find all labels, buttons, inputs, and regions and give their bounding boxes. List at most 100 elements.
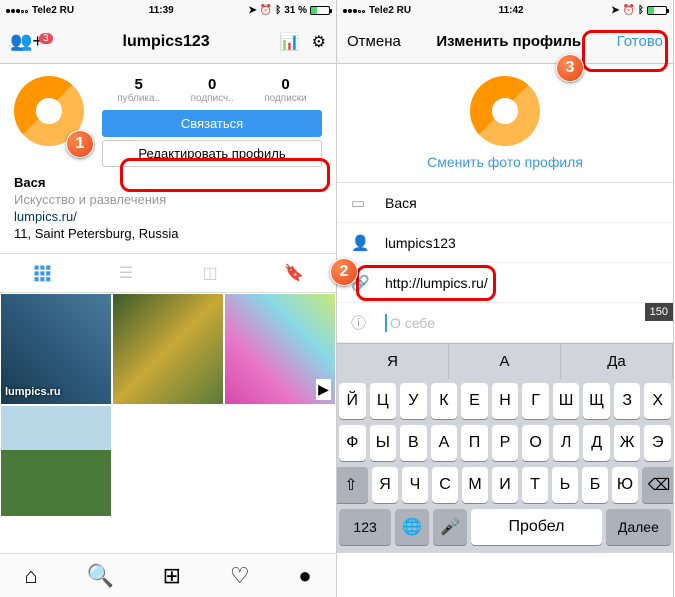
battery-icon [647, 6, 667, 15]
insights-icon[interactable]: 📊 [280, 32, 300, 52]
key-В[interactable]: В [400, 425, 427, 461]
key-М[interactable]: М [462, 467, 488, 503]
key-Ф[interactable]: Ф [339, 425, 366, 461]
stat-followers[interactable]: 0подписч.. [191, 76, 234, 104]
profile-screen: Tele2 RU 11:39 ➤⏰ᛒ31 % 👥+3 lumpics123 📊 … [0, 0, 337, 597]
cancel-button[interactable]: Отмена [347, 33, 401, 50]
photo-grid: lumpics.ru ▶ [0, 293, 336, 517]
callout-number-2: 2 [330, 258, 358, 286]
bio-block: Вася Искусство и развлечения lumpics.ru/… [0, 175, 336, 253]
suggestion-2[interactable]: А [449, 344, 561, 379]
backspace-key[interactable]: ⌫ [642, 467, 674, 503]
add-user-button[interactable]: 👥+3 [10, 31, 53, 52]
clock: 11:39 [149, 5, 174, 16]
key-Ш[interactable]: Ш [553, 383, 580, 419]
photo-2[interactable] [112, 293, 224, 405]
key-К[interactable]: К [431, 383, 458, 419]
keyboard: ЙЦУКЕНГШЩЗХ ФЫВАПРОЛДЖЭ ⇧ЯЧСМИТЬБЮ⌫ 123 … [337, 379, 673, 553]
char-counter: 150 [645, 303, 673, 321]
globe-key[interactable]: 🌐 [395, 509, 429, 545]
stat-following[interactable]: 0подписки [264, 76, 307, 104]
key-Д[interactable]: Д [583, 425, 610, 461]
key-А[interactable]: А [431, 425, 458, 461]
numbers-key[interactable]: 123 [339, 509, 391, 545]
carrier: Tele2 RU [32, 5, 74, 16]
space-key[interactable]: Пробел [471, 509, 602, 545]
photo-empty [112, 405, 224, 517]
tab-add[interactable]: ⊞ [163, 563, 181, 589]
key-Б[interactable]: Б [582, 467, 608, 503]
bio-link[interactable]: lumpics.ru/ [14, 209, 322, 226]
info-icon: ⓘ [351, 312, 371, 333]
mic-key[interactable]: 🎤 [433, 509, 467, 545]
key-Э[interactable]: Э [644, 425, 671, 461]
key-Р[interactable]: Р [492, 425, 519, 461]
bio-field[interactable]: ⓘО себе150 [337, 303, 673, 343]
tab-profile[interactable]: ● [298, 563, 311, 589]
gear-icon[interactable]: ⚙ [312, 32, 326, 52]
tab-search[interactable]: 🔍 [86, 563, 113, 589]
location-icon: ➤ [611, 5, 619, 16]
website-field[interactable]: 🔗http://lumpics.ru/ [337, 263, 673, 303]
key-Ц[interactable]: Ц [370, 383, 397, 419]
tab-tagged[interactable]: ◫ [168, 254, 252, 292]
change-photo-link[interactable]: Сменить фото профиля [337, 154, 673, 170]
edit-avatar[interactable] [470, 76, 540, 146]
key-Ы[interactable]: Ы [370, 425, 397, 461]
key-Н[interactable]: Н [492, 383, 519, 419]
suggestion-1[interactable]: Я [337, 344, 449, 379]
next-key[interactable]: Далее [606, 509, 671, 545]
status-bar: Tele2 RU 11:42 ➤⏰ᛒ [337, 0, 673, 20]
key-Ч[interactable]: Ч [402, 467, 428, 503]
photo-empty [224, 405, 336, 517]
edit-nav: Отмена Изменить профиль Готово [337, 20, 673, 64]
edit-profile-button[interactable]: Редактировать профиль [102, 140, 322, 167]
shift-key[interactable]: ⇧ [337, 467, 368, 503]
bio-location: 11, Saint Petersburg, Russia [14, 226, 322, 243]
edit-title: Изменить профиль [401, 33, 617, 50]
alarm-icon: ⏰ [623, 5, 635, 16]
name-field[interactable]: ▭Вася [337, 183, 673, 223]
username-field[interactable]: 👤lumpics123 [337, 223, 673, 263]
tab-list[interactable]: ☰ [84, 254, 168, 292]
key-Л[interactable]: Л [553, 425, 580, 461]
key-У[interactable]: У [400, 383, 427, 419]
key-Ж[interactable]: Ж [614, 425, 641, 461]
key-И[interactable]: И [492, 467, 518, 503]
keyboard-suggestions: Я А Да [337, 343, 673, 379]
tab-activity[interactable]: ♡ [230, 563, 250, 589]
carrier: Tele2 RU [369, 5, 411, 16]
key-Ь[interactable]: Ь [552, 467, 578, 503]
key-З[interactable]: З [614, 383, 641, 419]
tab-home[interactable]: ⌂ [24, 563, 37, 589]
key-Й[interactable]: Й [339, 383, 366, 419]
key-Г[interactable]: Г [522, 383, 549, 419]
key-Я[interactable]: Я [372, 467, 398, 503]
photo-3[interactable]: ▶ [224, 293, 336, 405]
key-Х[interactable]: Х [644, 383, 671, 419]
profile-tabs: ☰ ◫ 🔖 [0, 253, 336, 293]
key-О[interactable]: О [522, 425, 549, 461]
stat-posts[interactable]: 5публика.. [117, 76, 160, 104]
key-С[interactable]: С [432, 467, 458, 503]
key-Щ[interactable]: Щ [583, 383, 610, 419]
tab-grid[interactable] [0, 254, 84, 292]
key-Е[interactable]: Е [461, 383, 488, 419]
video-icon: ▶ [316, 379, 331, 400]
photo-4[interactable] [0, 405, 112, 517]
signal-icon [343, 5, 366, 16]
tab-saved[interactable]: 🔖 [252, 254, 336, 292]
key-Ю[interactable]: Ю [612, 467, 638, 503]
username-title[interactable]: lumpics123 [123, 33, 210, 51]
bluetooth-icon: ᛒ [275, 5, 281, 16]
key-Т[interactable]: Т [522, 467, 548, 503]
contact-button[interactable]: Связаться [102, 110, 322, 137]
name-icon: ▭ [351, 194, 371, 212]
bio-name: Вася [14, 175, 322, 192]
suggestion-3[interactable]: Да [561, 344, 673, 379]
alarm-icon: ⏰ [260, 5, 272, 16]
photo-1[interactable]: lumpics.ru [0, 293, 112, 405]
done-button[interactable]: Готово [617, 33, 663, 50]
key-П[interactable]: П [461, 425, 488, 461]
tab-bar: ⌂ 🔍 ⊞ ♡ ● [0, 553, 336, 597]
